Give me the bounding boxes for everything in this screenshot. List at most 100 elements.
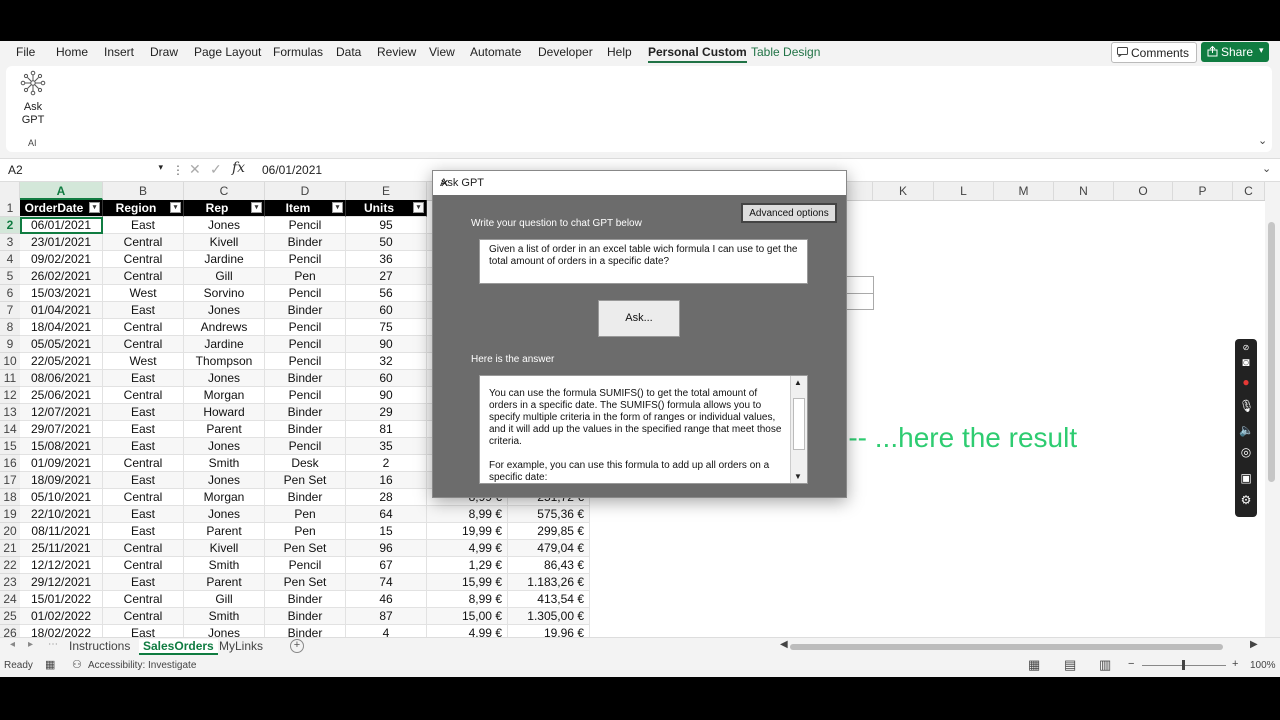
column-header[interactable]: D (265, 182, 346, 200)
table-cell[interactable]: Central (103, 268, 184, 285)
row-header[interactable]: 21 (0, 540, 20, 557)
window-icon[interactable]: ▣ (1239, 471, 1253, 485)
table-cell[interactable]: Central (103, 234, 184, 251)
row-header[interactable]: 14 (0, 421, 20, 438)
row-header[interactable]: 19 (0, 506, 20, 523)
table-cell[interactable]: 18/04/2021 (20, 319, 103, 336)
table-cell[interactable]: Parent (184, 523, 265, 540)
tab-data[interactable]: Data (336, 45, 361, 59)
filter-dropdown-icon[interactable]: ▾ (89, 202, 100, 213)
table-cell[interactable]: Central (103, 336, 184, 353)
table-cell[interactable]: 01/02/2022 (20, 608, 103, 625)
table-cell[interactable]: 09/02/2021 (20, 251, 103, 268)
table-cell[interactable]: 19,96 € (508, 625, 590, 637)
sheet-tab-salesorders[interactable]: SalesOrders (139, 639, 218, 655)
more-icon[interactable]: ⋮ (172, 163, 184, 177)
column-header[interactable]: P (1173, 182, 1233, 200)
microphone-icon[interactable]: 🎙 (1239, 399, 1254, 413)
page-layout-icon[interactable]: ▤ (1064, 657, 1076, 673)
macro-icon[interactable]: ▦ (45, 658, 55, 671)
row-header[interactable]: 2 (0, 217, 20, 234)
accessibility-icon[interactable]: ⚇ (72, 658, 82, 671)
table-cell[interactable]: 05/05/2021 (20, 336, 103, 353)
row-header[interactable]: 9 (0, 336, 20, 353)
row-header[interactable]: 25 (0, 608, 20, 625)
table-cell[interactable]: 29/12/2021 (20, 574, 103, 591)
row-header[interactable]: 20 (0, 523, 20, 540)
table-cell[interactable]: 2 (346, 455, 427, 472)
scroll-up-icon[interactable]: ▲ (794, 378, 802, 387)
ask-gpt-ribbon-button[interactable]: Ask GPT (14, 70, 52, 132)
table-cell[interactable]: 46 (346, 591, 427, 608)
table-cell[interactable]: Binder (265, 625, 346, 637)
table-cell[interactable]: 22/10/2021 (20, 506, 103, 523)
table-cell[interactable]: Central (103, 557, 184, 574)
sheet-tab-mylinks[interactable]: MyLinks (219, 639, 263, 653)
table-cell[interactable]: 56 (346, 285, 427, 302)
table-cell[interactable]: 15/03/2021 (20, 285, 103, 302)
table-cell[interactable]: Pen Set (265, 540, 346, 557)
table-cell[interactable]: Jones (184, 217, 265, 234)
scrollbar-thumb[interactable] (793, 398, 805, 450)
table-cell[interactable]: Pen Set (265, 574, 346, 591)
zoom-slider-thumb[interactable] (1182, 660, 1185, 670)
table-cell[interactable]: Pencil (265, 336, 346, 353)
table-cell[interactable]: 75 (346, 319, 427, 336)
answer-scrollbar[interactable]: ▲ ▼ (790, 376, 807, 483)
table-cell[interactable]: Jones (184, 370, 265, 387)
table-cell[interactable]: 50 (346, 234, 427, 251)
table-header-cell[interactable]: OrderDate ▾ (20, 200, 103, 217)
table-cell[interactable]: 67 (346, 557, 427, 574)
table-cell[interactable]: 27 (346, 268, 427, 285)
column-header[interactable]: M (994, 182, 1054, 200)
table-cell[interactable]: 19,99 € (427, 523, 508, 540)
table-cell[interactable]: 01/09/2021 (20, 455, 103, 472)
filter-dropdown-icon[interactable]: ▾ (170, 202, 181, 213)
table-cell[interactable]: Central (103, 319, 184, 336)
table-cell[interactable]: Andrews (184, 319, 265, 336)
tab-insert[interactable]: Insert (104, 45, 134, 59)
chevron-right-icon[interactable]: ▸ (28, 639, 33, 650)
zoom-level[interactable]: 100% (1250, 660, 1276, 671)
chevron-down-icon[interactable]: ⌄ (1258, 134, 1267, 147)
row-header[interactable]: 15 (0, 438, 20, 455)
row-header[interactable]: 23 (0, 574, 20, 591)
table-cell[interactable]: East (103, 472, 184, 489)
tab-file[interactable]: File (16, 45, 35, 59)
table-cell[interactable]: East (103, 370, 184, 387)
table-cell[interactable]: Pencil (265, 438, 346, 455)
column-header[interactable]: B (103, 182, 184, 200)
table-cell[interactable]: 35 (346, 438, 427, 455)
table-cell[interactable]: Binder (265, 370, 346, 387)
add-sheet-icon[interactable]: + (290, 639, 304, 653)
table-cell[interactable]: East (103, 404, 184, 421)
table-cell[interactable]: Howard (184, 404, 265, 421)
table-cell[interactable]: 16 (346, 472, 427, 489)
table-cell[interactable]: 15/01/2022 (20, 591, 103, 608)
table-cell[interactable]: East (103, 574, 184, 591)
table-cell[interactable]: 299,85 € (508, 523, 590, 540)
table-cell[interactable]: West (103, 285, 184, 302)
table-cell[interactable]: 25/06/2021 (20, 387, 103, 404)
link-icon[interactable]: ⊘ (1239, 343, 1253, 352)
filter-dropdown-icon[interactable]: ▾ (251, 202, 262, 213)
column-header[interactable]: O (1114, 182, 1173, 200)
table-cell[interactable]: Central (103, 591, 184, 608)
insert-function-button[interactable]: fx (232, 160, 245, 176)
table-cell[interactable]: Central (103, 251, 184, 268)
webcam-icon[interactable]: ◎ (1239, 445, 1253, 459)
table-cell[interactable]: 1,29 € (427, 557, 508, 574)
table-cell[interactable]: 28 (346, 489, 427, 506)
column-header[interactable]: N (1054, 182, 1114, 200)
table-header-cell[interactable]: Region ▾ (103, 200, 184, 217)
table-cell[interactable]: Kivell (184, 234, 265, 251)
table-cell[interactable]: Binder (265, 608, 346, 625)
table-cell[interactable]: Pencil (265, 387, 346, 404)
table-cell[interactable]: 60 (346, 302, 427, 319)
table-cell[interactable]: Pen Set (265, 472, 346, 489)
table-cell[interactable]: Gill (184, 268, 265, 285)
table-cell[interactable]: 8,99 € (427, 506, 508, 523)
table-cell[interactable]: Parent (184, 574, 265, 591)
table-header-cell[interactable]: Units ▾ (346, 200, 427, 217)
scroll-left-icon[interactable]: ◀ (780, 639, 788, 650)
